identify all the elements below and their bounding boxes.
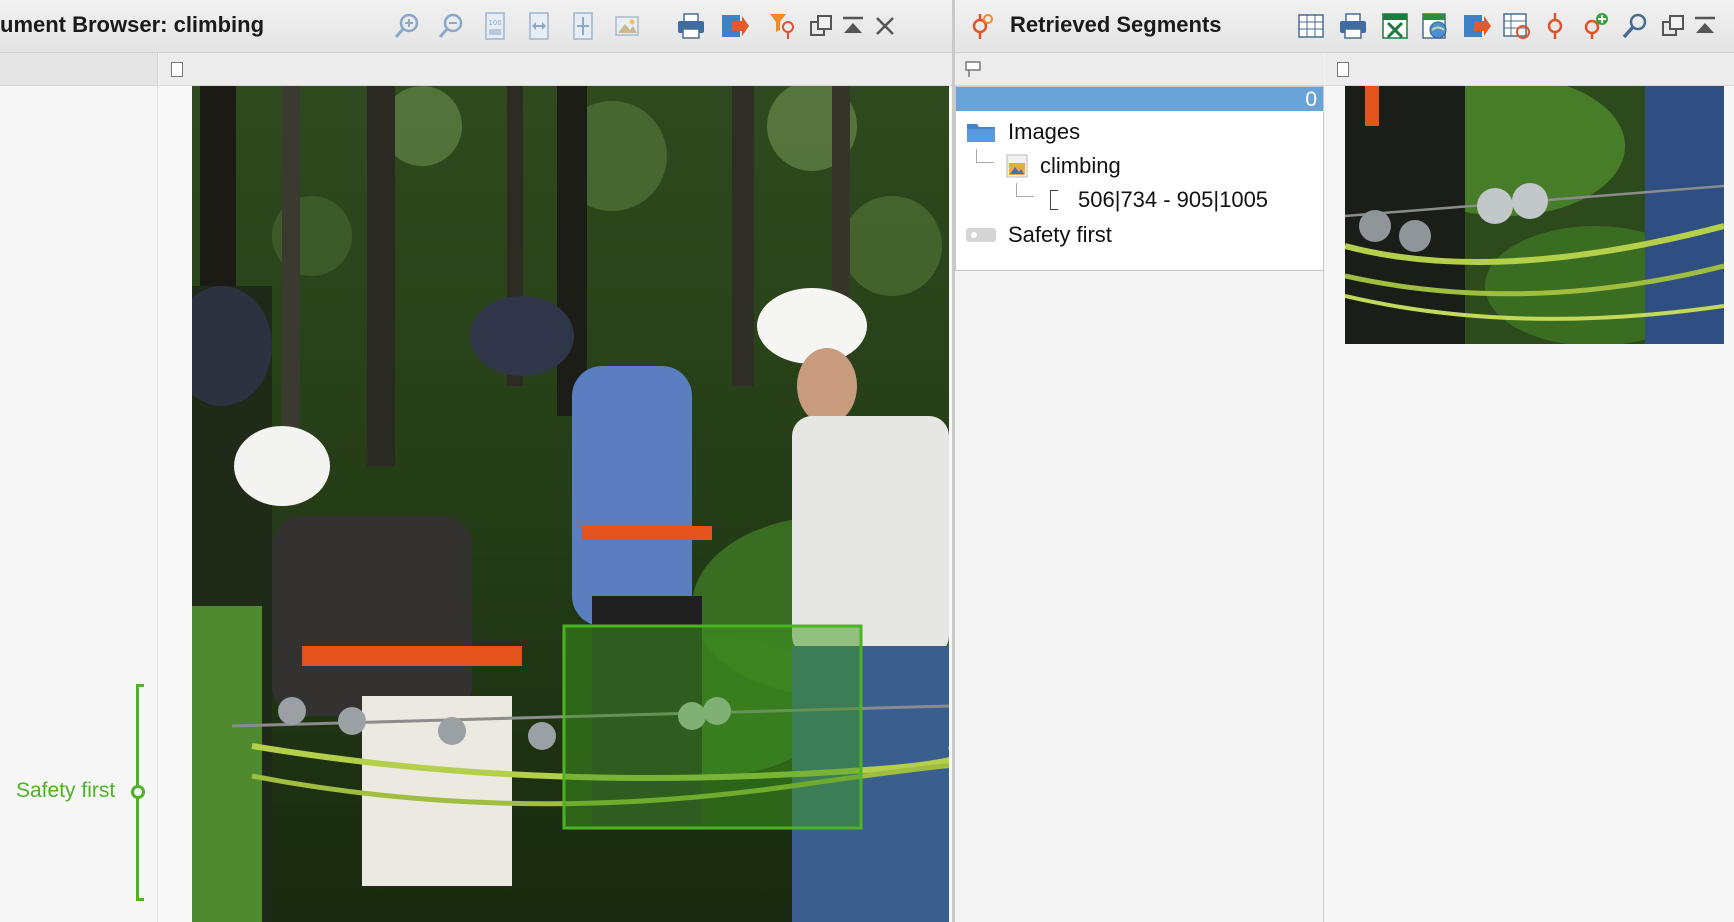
margin-area-header bbox=[0, 53, 158, 86]
climbing-image[interactable] bbox=[192, 86, 949, 922]
table-settings-icon[interactable] bbox=[1502, 11, 1532, 41]
filter-quotation-icon[interactable] bbox=[768, 11, 798, 41]
document-subbar bbox=[159, 53, 952, 86]
segment-preview-image[interactable] bbox=[1345, 86, 1724, 344]
tree-subbar bbox=[955, 53, 1324, 86]
excel-export-icon[interactable] bbox=[1380, 11, 1410, 41]
segment-preview-area bbox=[1325, 86, 1734, 922]
retrieved-segments-title: Retrieved Segments bbox=[1010, 12, 1222, 37]
export-icon[interactable] bbox=[720, 11, 750, 41]
tree-item-document[interactable]: climbing bbox=[1006, 149, 1121, 183]
svg-text:100: 100 bbox=[488, 19, 501, 27]
result-count-bar: 0 bbox=[956, 87, 1323, 111]
export-icon[interactable] bbox=[1462, 11, 1492, 41]
document-browser-titlebar: ument Browser: climbing 100 bbox=[0, 0, 952, 53]
tree-item-code[interactable]: Safety first bbox=[966, 218, 1112, 252]
tree-item-label: Images bbox=[1008, 119, 1081, 144]
web-export-icon[interactable] bbox=[1420, 11, 1450, 41]
tree-item-images-folder[interactable]: Images bbox=[966, 115, 1080, 149]
tree-connector bbox=[1016, 183, 1034, 197]
preview-subbar bbox=[1325, 53, 1734, 86]
image-settings-icon[interactable] bbox=[612, 11, 642, 41]
detach-window-icon[interactable] bbox=[1658, 11, 1688, 41]
close-icon[interactable] bbox=[870, 11, 900, 41]
add-quotation-icon[interactable] bbox=[1580, 11, 1610, 41]
segments-tree-panel: 0 Images climbing 506|734 - 905|1005 Saf… bbox=[955, 86, 1324, 922]
print-icon[interactable] bbox=[1338, 11, 1368, 41]
zoom-out-icon[interactable] bbox=[436, 11, 466, 41]
page-icon bbox=[1337, 62, 1349, 77]
comment-flag-icon[interactable] bbox=[963, 59, 983, 79]
print-icon[interactable] bbox=[676, 11, 706, 41]
retrieved-segments-pane: Retrieved Segments 0 Images climbing 506… bbox=[955, 0, 1734, 922]
tree-item-label: 506|734 - 905|1005 bbox=[1078, 187, 1269, 212]
tree-item-label: climbing bbox=[1040, 153, 1121, 178]
document-browser-title: ument Browser: climbing bbox=[0, 12, 265, 37]
document-browser-pane: ument Browser: climbing 100 Safety first bbox=[0, 0, 952, 922]
detach-window-icon[interactable] bbox=[806, 11, 836, 41]
search-icon[interactable] bbox=[1620, 11, 1650, 41]
tree-connector bbox=[976, 149, 994, 163]
segment-handle-icon[interactable] bbox=[131, 785, 145, 799]
minimize-icon[interactable] bbox=[1690, 11, 1720, 41]
code-tag-icon bbox=[966, 228, 996, 242]
page-icon bbox=[171, 62, 183, 77]
image-document-icon bbox=[1006, 154, 1028, 178]
zoom-100-icon[interactable]: 100 bbox=[480, 11, 510, 41]
result-count: 0 bbox=[1305, 88, 1317, 111]
fit-width-icon[interactable] bbox=[524, 11, 554, 41]
fit-page-icon[interactable] bbox=[568, 11, 598, 41]
segment-bracket-icon bbox=[1050, 190, 1058, 210]
segment-code-label[interactable]: Safety first bbox=[16, 779, 115, 803]
minimize-icon[interactable] bbox=[838, 11, 868, 41]
retrieved-segments-titlebar: Retrieved Segments bbox=[955, 0, 1734, 53]
quotation-icon[interactable] bbox=[1540, 11, 1570, 41]
table-icon[interactable] bbox=[1296, 11, 1326, 41]
quotation-title-icon bbox=[967, 11, 997, 41]
segments-tree: 0 Images climbing 506|734 - 905|1005 Saf… bbox=[955, 86, 1324, 271]
tree-item-label: Safety first bbox=[1008, 222, 1112, 247]
folder-icon bbox=[966, 120, 996, 144]
zoom-in-icon[interactable] bbox=[392, 11, 422, 41]
tree-item-segment[interactable]: 506|734 - 905|1005 bbox=[1050, 183, 1268, 217]
